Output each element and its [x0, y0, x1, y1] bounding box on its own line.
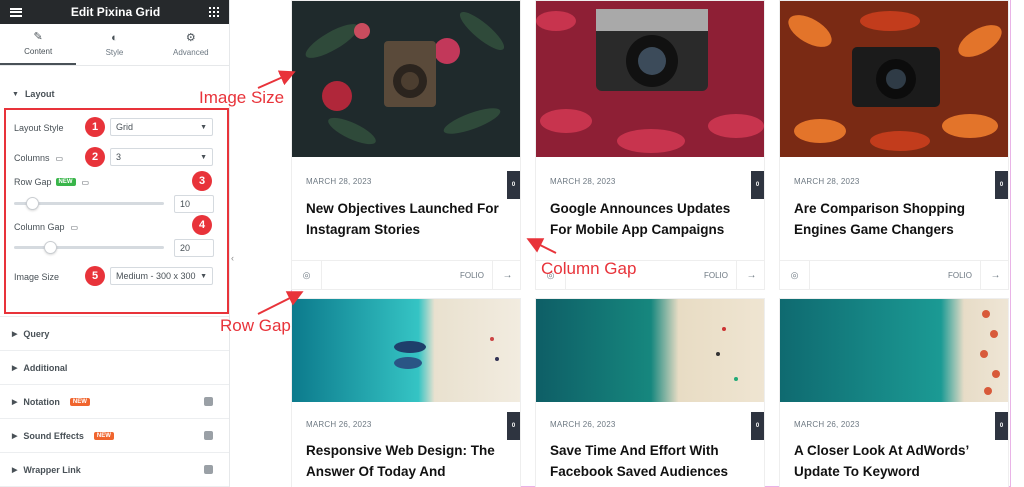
arrow-to-column-gap	[526, 238, 557, 254]
annotation-row-gap: Row Gap	[220, 316, 291, 335]
arrow-to-row-gap	[257, 291, 304, 315]
arrow-to-image	[257, 70, 296, 89]
annotation-column-gap: Column Gap	[541, 259, 637, 278]
annotation-arrows	[257, 70, 557, 315]
annotation-image-size: Image Size	[199, 88, 285, 107]
